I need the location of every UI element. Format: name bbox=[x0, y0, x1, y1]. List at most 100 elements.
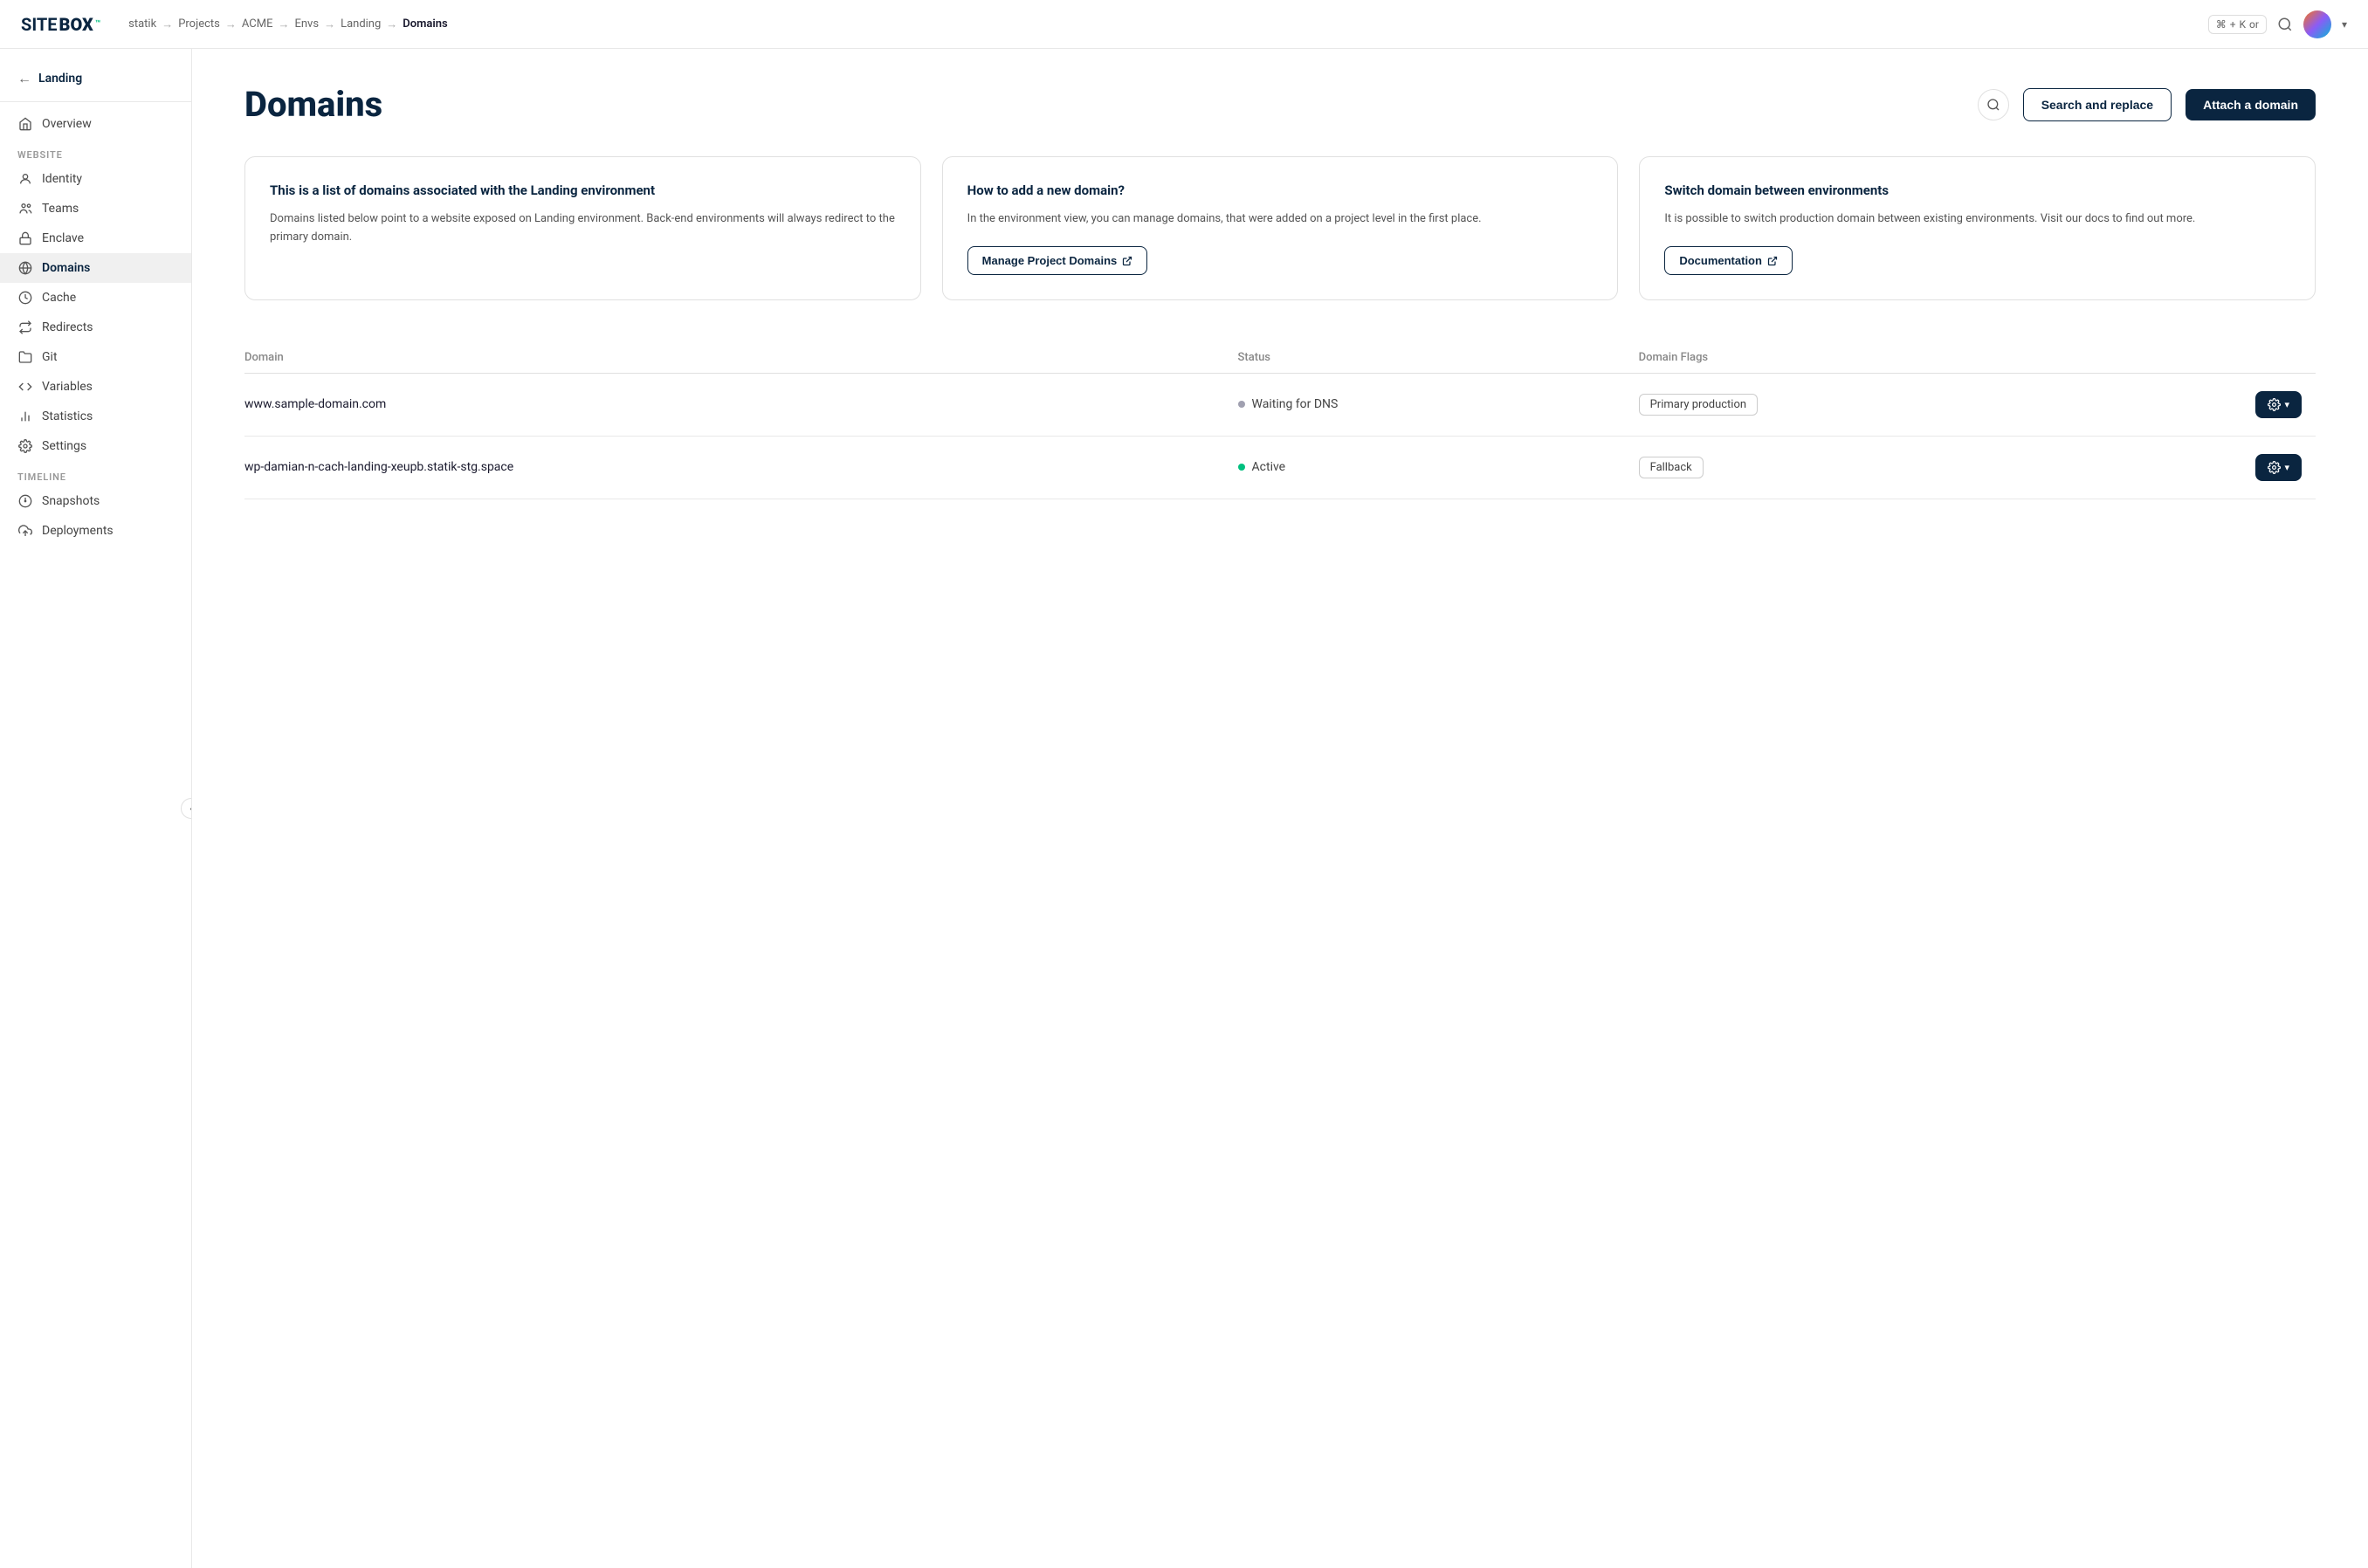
avatar-chevron-icon[interactable]: ▾ bbox=[2342, 18, 2347, 31]
flag-badge-1: Fallback bbox=[1639, 457, 1704, 478]
sidebar-item-snapshots-label: Snapshots bbox=[42, 494, 100, 508]
sidebar-item-enclave-label: Enclave bbox=[42, 231, 84, 245]
row-chevron-icon-1: ▾ bbox=[2284, 462, 2289, 473]
breadcrumb-sep-4: → bbox=[324, 17, 335, 31]
manage-project-domains-button[interactable]: Manage Project Domains bbox=[967, 246, 1148, 275]
deploy-icon bbox=[17, 524, 33, 538]
sidebar-item-enclave[interactable]: Enclave bbox=[0, 224, 191, 253]
search-button[interactable] bbox=[1978, 89, 2009, 120]
breadcrumb-landing[interactable]: Landing bbox=[341, 17, 381, 31]
row-actions-1: ▾ bbox=[2106, 454, 2302, 481]
row-actions-0: ▾ bbox=[2106, 391, 2302, 418]
sidebar-item-settings-label: Settings bbox=[42, 439, 86, 453]
logo-box: BOX bbox=[59, 14, 93, 35]
sidebar-item-identity[interactable]: Identity bbox=[0, 164, 191, 194]
globe-icon bbox=[17, 261, 33, 275]
back-arrow-icon: ← bbox=[17, 70, 31, 87]
status-text-0: Waiting for DNS bbox=[1252, 397, 1339, 411]
home-icon bbox=[17, 117, 33, 131]
info-cards: This is a list of domains associated wit… bbox=[244, 156, 2316, 300]
page-title: Domains bbox=[244, 84, 382, 125]
sidebar-item-domains[interactable]: Domains bbox=[0, 253, 191, 283]
info-card-list-heading: This is a list of domains associated wit… bbox=[270, 182, 896, 200]
code-icon bbox=[17, 380, 33, 394]
status-dot-1 bbox=[1238, 464, 1245, 471]
logo-site: SITE bbox=[21, 14, 58, 35]
settings-icon-0 bbox=[2268, 398, 2281, 411]
sidebar-item-settings[interactable]: Settings bbox=[0, 431, 191, 461]
info-card-switch-domain-heading: Switch domain between environments bbox=[1664, 182, 2290, 200]
row-settings-button-1[interactable]: ▾ bbox=[2255, 454, 2302, 481]
kbd-plus: + bbox=[2230, 18, 2236, 31]
redirect-icon bbox=[17, 320, 33, 334]
sidebar-item-git[interactable]: Git bbox=[0, 342, 191, 372]
info-card-switch-domain-body: It is possible to switch production doma… bbox=[1664, 210, 2290, 229]
status-cell-1: Active bbox=[1238, 460, 1625, 474]
breadcrumb-projects[interactable]: Projects bbox=[178, 17, 220, 31]
col-actions bbox=[2106, 342, 2316, 374]
external-link-icon bbox=[1122, 254, 1132, 266]
gear-icon bbox=[17, 439, 33, 453]
row-chevron-icon-0: ▾ bbox=[2284, 399, 2289, 410]
main-content: Domains Search and replace Attach a doma… bbox=[192, 49, 2368, 1568]
kbd-or: or bbox=[2249, 18, 2259, 31]
search-and-replace-button[interactable]: Search and replace bbox=[2023, 88, 2172, 121]
topnav: SITEBOX™ statik → Projects → ACME → Envs… bbox=[0, 0, 2368, 49]
keyboard-shortcut: ⌘ + K or bbox=[2208, 15, 2267, 34]
col-domain: Domain bbox=[244, 342, 1238, 374]
breadcrumb-statik[interactable]: statik bbox=[128, 17, 156, 31]
breadcrumb-sep-2: → bbox=[225, 17, 237, 31]
sidebar-collapse-button[interactable]: ‹ bbox=[181, 798, 192, 819]
info-card-how-to-add-body: In the environment view, you can manage … bbox=[967, 210, 1594, 229]
topnav-search-button[interactable] bbox=[2277, 16, 2293, 33]
table-row: www.sample-domain.com Waiting for DNS Pr… bbox=[244, 373, 2316, 436]
sidebar-item-statistics[interactable]: Statistics bbox=[0, 402, 191, 431]
sidebar-item-snapshots[interactable]: Snapshots bbox=[0, 486, 191, 516]
sidebar-item-variables[interactable]: Variables bbox=[0, 372, 191, 402]
sidebar-item-identity-label: Identity bbox=[42, 172, 82, 186]
table-row: wp-damian-n-cach-landing-xeupb.statik-st… bbox=[244, 436, 2316, 499]
topnav-right: ⌘ + K or ▾ bbox=[2208, 10, 2347, 38]
folder-icon bbox=[17, 350, 33, 364]
sidebar-item-deployments[interactable]: Deployments bbox=[0, 516, 191, 546]
domains-table: Domain Status Domain Flags www.sample-do… bbox=[244, 342, 2316, 499]
breadcrumb-envs[interactable]: Envs bbox=[294, 17, 319, 31]
sidebar-section-timeline: TIMELINE bbox=[0, 461, 191, 486]
status-text-1: Active bbox=[1252, 460, 1286, 474]
layout: ← Landing Overview WEBSITE Identity Team… bbox=[0, 49, 2368, 1568]
sidebar-back-button[interactable]: ← Landing bbox=[0, 63, 191, 102]
row-settings-button-0[interactable]: ▾ bbox=[2255, 391, 2302, 418]
sidebar-item-cache[interactable]: Cache bbox=[0, 283, 191, 313]
manage-project-domains-label: Manage Project Domains bbox=[982, 254, 1118, 267]
attach-domain-button[interactable]: Attach a domain bbox=[2186, 89, 2316, 120]
info-card-list: This is a list of domains associated wit… bbox=[244, 156, 921, 300]
documentation-button[interactable]: Documentation bbox=[1664, 246, 1793, 275]
kbd-symbol: ⌘ bbox=[2216, 18, 2227, 31]
sidebar-item-teams[interactable]: Teams bbox=[0, 194, 191, 224]
logo[interactable]: SITEBOX™ bbox=[21, 14, 100, 35]
user-avatar[interactable] bbox=[2303, 10, 2331, 38]
domain-name-1: wp-damian-n-cach-landing-xeupb.statik-st… bbox=[244, 460, 513, 474]
status-cell-0: Waiting for DNS bbox=[1238, 397, 1625, 411]
logo-tm: ™ bbox=[95, 19, 100, 29]
table-header-row: Domain Status Domain Flags bbox=[244, 342, 2316, 374]
breadcrumb-sep-3: → bbox=[278, 17, 289, 31]
breadcrumb-sep-1: → bbox=[162, 17, 173, 31]
breadcrumb: statik → Projects → ACME → Envs → Landin… bbox=[128, 17, 448, 31]
col-flags: Domain Flags bbox=[1639, 342, 2106, 374]
chart-icon bbox=[17, 409, 33, 423]
documentation-external-icon bbox=[1767, 254, 1778, 266]
sidebar-section-website: WEBSITE bbox=[0, 139, 191, 164]
breadcrumb-sep-5: → bbox=[386, 17, 397, 31]
documentation-label: Documentation bbox=[1679, 254, 1762, 267]
breadcrumb-acme[interactable]: ACME bbox=[242, 17, 273, 31]
sidebar-item-overview[interactable]: Overview bbox=[0, 109, 191, 139]
page-actions: Search and replace Attach a domain bbox=[1978, 88, 2316, 121]
sidebar-item-variables-label: Variables bbox=[42, 380, 93, 394]
sidebar-item-overview-label: Overview bbox=[42, 117, 92, 131]
snapshot-icon bbox=[17, 494, 33, 508]
sidebar-item-redirects[interactable]: Redirects bbox=[0, 313, 191, 342]
settings-icon-1 bbox=[2268, 461, 2281, 474]
sidebar-item-git-label: Git bbox=[42, 350, 58, 364]
col-status: Status bbox=[1238, 342, 1639, 374]
